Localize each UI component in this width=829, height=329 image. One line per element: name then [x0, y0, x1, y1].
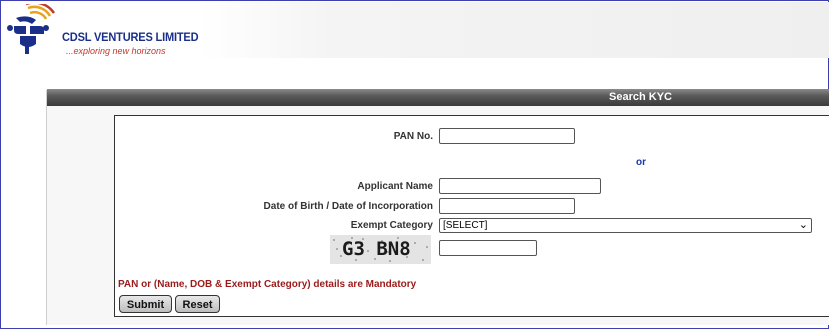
page-title-bar: Search KYC [47, 89, 829, 106]
applicant-name-label: Applicant Name [357, 181, 433, 192]
captcha-image: G3 BN8 [330, 235, 431, 264]
cdsl-logo-icon [7, 4, 56, 54]
or-separator: or [636, 157, 646, 168]
applicant-name-input[interactable] [439, 178, 601, 194]
captcha-text: G3 BN8 [342, 238, 411, 260]
dob-input[interactable] [439, 198, 575, 214]
brand-name: CDSL VENTURES LIMITED [62, 30, 199, 44]
page-title: Search KYC [609, 91, 672, 103]
dob-label: Date of Birth / Date of Incorporation [263, 201, 433, 212]
brand-logo[interactable]: CDSL VENTURES LIMITED ...exploring new h… [6, 4, 199, 58]
chevron-down-icon: ⌄ [798, 219, 808, 231]
brand-tagline: ...exploring new horizons [66, 46, 166, 56]
pan-input[interactable] [439, 128, 575, 144]
reset-button[interactable]: Reset [175, 295, 220, 313]
exempt-category-select[interactable]: [SELECT] ⌄ [439, 218, 812, 233]
exempt-category-label: Exempt Category [350, 220, 433, 231]
submit-button[interactable]: Submit [119, 295, 172, 313]
captcha-input[interactable] [439, 240, 537, 256]
pan-label: PAN No. [393, 131, 433, 142]
exempt-category-value: [SELECT] [443, 220, 488, 231]
header-banner: CDSL VENTURES LIMITED ...exploring new h… [2, 2, 829, 58]
mandatory-note: PAN or (Name, DOB & Exempt Category) det… [118, 279, 417, 290]
